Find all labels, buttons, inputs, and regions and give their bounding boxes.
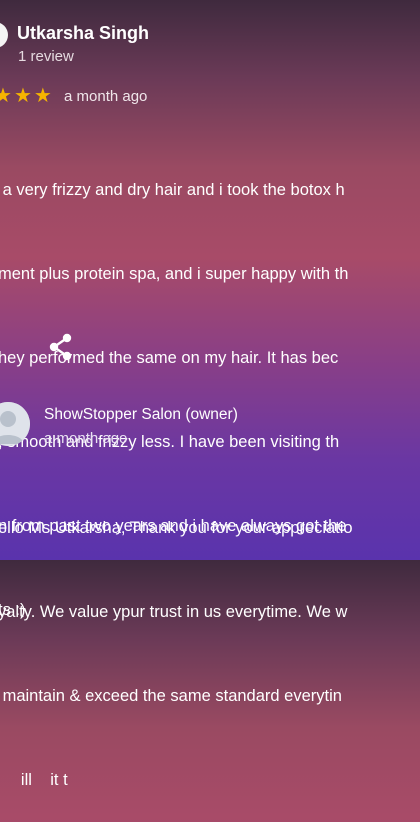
star-icon: ★ bbox=[0, 85, 12, 107]
star-icon: ★ bbox=[13, 85, 32, 107]
reply-text-line: maintain & exceed the same standard ever… bbox=[0, 687, 342, 705]
reply-text-line: ill it t bbox=[0, 771, 68, 789]
review-text-line: a very frizzy and dry hair and i took th… bbox=[0, 181, 345, 199]
reviewer-name[interactable]: Utkarsha Singh bbox=[17, 23, 149, 44]
star-icon: ★ bbox=[33, 85, 52, 107]
share-icon bbox=[49, 333, 72, 361]
reply-text-line: yalty. We value ypur trust in us everyti… bbox=[0, 603, 348, 621]
reply-text-line: ello Ms Utkarsha, Thank you for your app… bbox=[0, 519, 353, 537]
review-date: a month ago bbox=[64, 88, 148, 105]
owner-name: ShowStopper Salon (owner) bbox=[44, 406, 238, 423]
share-button[interactable] bbox=[47, 332, 75, 362]
reviewer-review-count: 1 review bbox=[18, 48, 74, 65]
owner-reply-text: ello Ms Utkarsha, Thank you for your app… bbox=[0, 458, 420, 822]
review-text-line: ment plus protein spa, and i super happy… bbox=[0, 265, 349, 283]
owner-reply-date: a month ago bbox=[44, 430, 128, 447]
reviewer-avatar[interactable] bbox=[0, 22, 8, 48]
star-rating: ★ ★ ★ bbox=[0, 86, 52, 106]
